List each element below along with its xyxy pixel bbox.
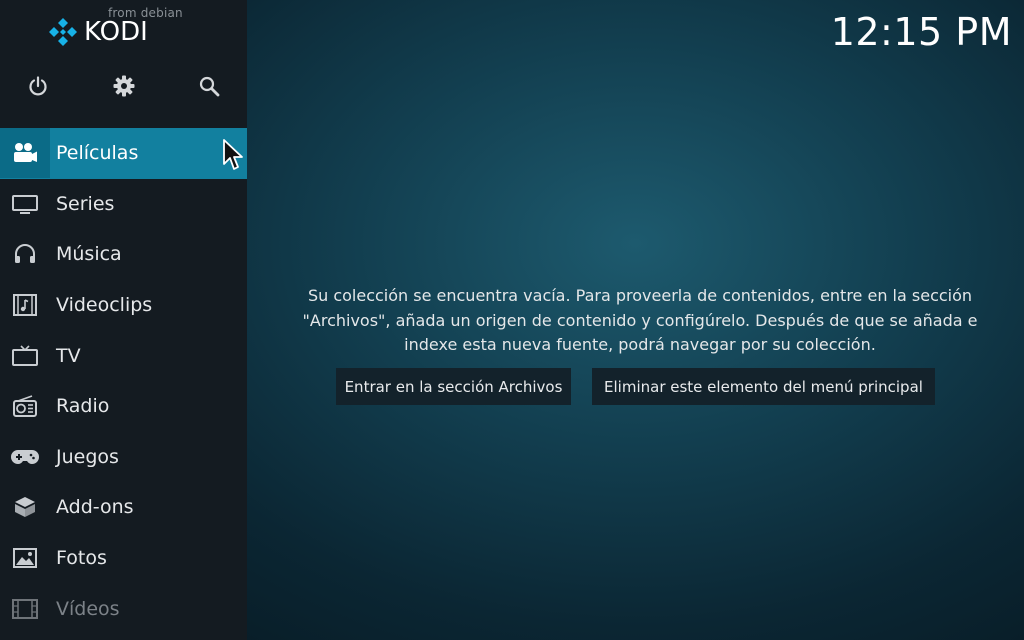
movie-camera-icon <box>0 128 50 179</box>
film-strip-icon <box>0 584 50 634</box>
menu-item-fotos[interactable]: Fotos <box>0 533 247 584</box>
menu-item-label: Series <box>56 192 115 215</box>
menu-item-label: Radio <box>56 395 110 418</box>
menu-item-addons[interactable]: Add-ons <box>0 482 247 533</box>
message-line: Su colección se encuentra vacía. Para pr… <box>307 286 973 305</box>
menu-item-label: Música <box>56 243 122 266</box>
menu-item-videos[interactable]: Vídeos <box>0 583 247 634</box>
gamepad-icon <box>0 432 50 482</box>
remove-from-menu-button[interactable]: Eliminar este elemento del menú principa… <box>592 368 935 405</box>
search-icon[interactable] <box>193 70 225 102</box>
menu-item-label: Vídeos <box>56 597 120 620</box>
message-line: indexe esta nueva fuente, podrá navegar … <box>404 335 876 354</box>
tv-icon <box>0 331 50 381</box>
music-video-icon <box>0 280 50 330</box>
radio-icon <box>0 381 50 431</box>
empty-library-message: Su colección se encuentra vacía. Para pr… <box>280 284 1000 358</box>
top-icon-bar <box>0 70 247 102</box>
message-line: "Archivos", añada un origen de contenido… <box>302 310 978 330</box>
menu-item-label: Add-ons <box>56 496 134 519</box>
kodi-logo-icon <box>49 18 77 46</box>
menu-item-radio[interactable]: Radio <box>0 381 247 432</box>
brand-name: KODI <box>84 17 148 47</box>
headphones-icon <box>0 229 50 279</box>
monitor-icon <box>0 179 50 229</box>
menu-item-label: Fotos <box>56 547 107 570</box>
menu-item-label: Películas <box>56 142 139 165</box>
menu-item-juegos[interactable]: Juegos <box>0 432 247 483</box>
menu-item-musica[interactable]: Música <box>0 229 247 280</box>
menu-item-peliculas[interactable]: Películas <box>0 128 247 179</box>
power-icon[interactable] <box>22 70 54 102</box>
brand-subtitle: from debian <box>108 6 183 20</box>
mouse-cursor-icon <box>223 139 243 170</box>
box-icon <box>0 482 50 532</box>
menu-item-tv[interactable]: TV <box>0 330 247 381</box>
menu-item-label: Juegos <box>56 445 119 468</box>
picture-icon <box>0 533 50 583</box>
menu-item-videoclips[interactable]: Videoclips <box>0 280 247 331</box>
menu-item-label: Videoclips <box>56 294 153 317</box>
enter-files-button[interactable]: Entrar en la sección Archivos <box>336 368 571 405</box>
gear-icon[interactable] <box>108 70 140 102</box>
menu-item-label: TV <box>56 344 81 367</box>
menu-item-series[interactable]: Series <box>0 179 247 230</box>
main-menu: Películas Series Música Videoclips TV Ra… <box>0 128 247 634</box>
sidebar: KODI from debian Películas Series Música… <box>0 0 247 640</box>
clock: 12:15 PM <box>830 10 1012 54</box>
